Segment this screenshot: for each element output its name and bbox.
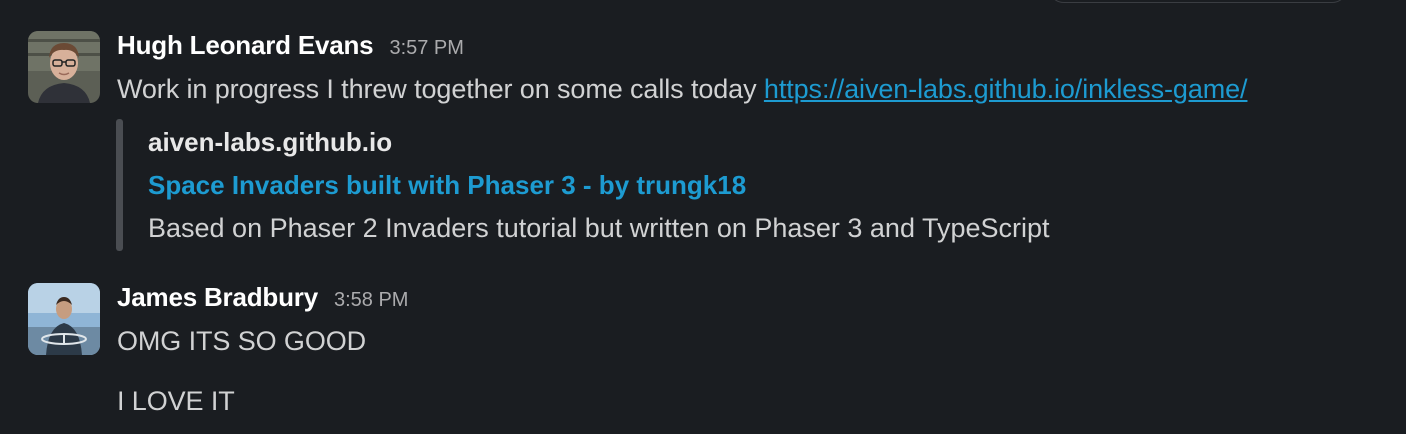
message-header: Hugh Leonard Evans 3:57 PM	[117, 30, 464, 64]
message-james: James Bradbury 3:58 PM OMG ITS SO GOOD I…	[0, 270, 1406, 434]
avatar[interactable]	[28, 31, 100, 103]
avatar[interactable]	[28, 283, 100, 355]
sender-name[interactable]: James Bradbury	[117, 282, 318, 313]
message-header: James Bradbury 3:58 PM	[117, 282, 408, 316]
link-preview-description: Based on Phaser 2 Invaders tutorial but …	[148, 213, 1050, 243]
link-preview-title[interactable]: Space Invaders built with Phaser 3 - by …	[148, 170, 746, 201]
message-timestamp[interactable]: 3:58 PM	[334, 289, 408, 312]
message-hugh: Hugh Leonard Evans 3:57 PM Work in progr…	[0, 0, 1406, 260]
avatar-image-james	[28, 283, 100, 355]
message-text: Work in progress I threw together on som…	[117, 74, 764, 104]
message-timestamp[interactable]: 3:57 PM	[389, 37, 463, 60]
link-preview-bar	[116, 119, 123, 251]
avatar-image-hugh	[28, 31, 100, 103]
message-text: I LOVE IT	[117, 386, 235, 416]
link-preview-domain: aiven-labs.github.io	[148, 127, 393, 157]
sender-name[interactable]: Hugh Leonard Evans	[117, 30, 374, 61]
message-link[interactable]: https://aiven-labs.github.io/inkless-gam…	[764, 74, 1248, 104]
message-text: OMG ITS SO GOOD	[117, 326, 367, 356]
message-body: Work in progress I threw together on som…	[117, 74, 1248, 105]
